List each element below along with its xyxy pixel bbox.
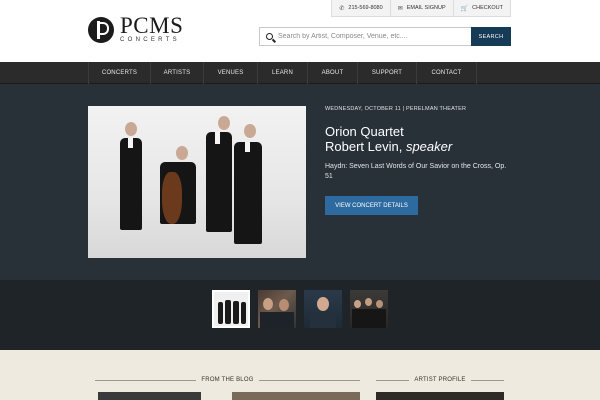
logo-subtitle: CONCERTS bbox=[120, 37, 180, 43]
pcms-logo-mark-icon bbox=[88, 16, 114, 43]
nav-item-support[interactable]: SUPPORT bbox=[358, 62, 417, 84]
search-form: SEARCH bbox=[259, 27, 511, 46]
concert-performer: Robert Levin, bbox=[325, 139, 403, 154]
checkout-link[interactable]: 🛒 CHECKOUT bbox=[452, 0, 510, 16]
nav-item-venues[interactable]: VENUES bbox=[204, 62, 258, 84]
nav-item-learn[interactable]: LEARN bbox=[258, 62, 308, 84]
nav-item-contact[interactable]: CONTACT bbox=[417, 62, 477, 84]
email-signup-link[interactable]: ✉ EMAIL SIGNUP bbox=[389, 0, 453, 16]
blog-post-image-1[interactable] bbox=[98, 392, 201, 400]
site-header: PCMS CONCERTS ✆ 215-569-8080 ✉ EMAIL SIG… bbox=[0, 0, 600, 62]
search-icon bbox=[260, 33, 278, 40]
logo-title: PCMS bbox=[120, 13, 184, 38]
nav-item-artists[interactable]: ARTISTS bbox=[151, 62, 204, 84]
concert-title-line1: Orion Quartet bbox=[325, 124, 404, 139]
thumbnail-3[interactable] bbox=[304, 290, 342, 328]
concert-program: Haydn: Seven Last Words of Our Savior on… bbox=[325, 163, 507, 180]
concert-performer-role: speaker bbox=[405, 139, 453, 154]
thumbnail-2[interactable] bbox=[258, 290, 296, 328]
envelope-icon: ✉ bbox=[397, 5, 403, 12]
main-nav: CONCERTS ARTISTS VENUES LEARN ABOUT SUPP… bbox=[0, 62, 600, 84]
utility-bar: ✆ 215-569-8080 ✉ EMAIL SIGNUP 🛒 CHECKOUT bbox=[331, 0, 511, 17]
concert-date-venue: WEDNESDAY, OCTOBER 11 | PERELMAN THEATER bbox=[325, 106, 467, 112]
thumbnail-1[interactable] bbox=[212, 290, 250, 328]
phone-icon: ✆ bbox=[339, 5, 345, 12]
concert-info: WEDNESDAY, OCTOBER 11 | PERELMAN THEATER… bbox=[325, 106, 515, 215]
view-concert-details-button[interactable]: VIEW CONCERT DETAILS bbox=[325, 196, 418, 215]
concert-title[interactable]: Orion Quartet Robert Levin, speaker bbox=[325, 124, 515, 154]
from-the-blog-heading: FROM THE BLOG bbox=[95, 376, 361, 384]
nav-item-concerts[interactable]: CONCERTS bbox=[89, 62, 151, 84]
phone-link[interactable]: ✆ 215-569-8080 bbox=[332, 0, 389, 16]
artist-profile-image[interactable] bbox=[376, 392, 504, 400]
lower-content: FROM THE BLOG ARTIST PROFILE bbox=[0, 350, 600, 400]
blog-post-image-2[interactable] bbox=[232, 392, 360, 400]
search-input[interactable] bbox=[278, 33, 458, 40]
featured-concert: WEDNESDAY, OCTOBER 11 | PERELMAN THEATER… bbox=[0, 84, 600, 280]
search-button[interactable]: SEARCH bbox=[471, 27, 511, 46]
cart-icon: 🛒 bbox=[460, 5, 469, 12]
checkout-label: CHECKOUT bbox=[472, 5, 503, 11]
featured-thumbnails bbox=[0, 280, 600, 350]
artist-profile-heading: ARTIST PROFILE bbox=[376, 376, 505, 384]
pcms-logo[interactable]: PCMS CONCERTS bbox=[88, 13, 184, 43]
nav-item-about[interactable]: ABOUT bbox=[308, 62, 358, 84]
email-signup-label: EMAIL SIGNUP bbox=[406, 5, 446, 11]
phone-number: 215-569-8080 bbox=[348, 5, 383, 11]
quartet-photo[interactable] bbox=[88, 106, 306, 258]
thumbnail-4[interactable] bbox=[350, 290, 388, 328]
